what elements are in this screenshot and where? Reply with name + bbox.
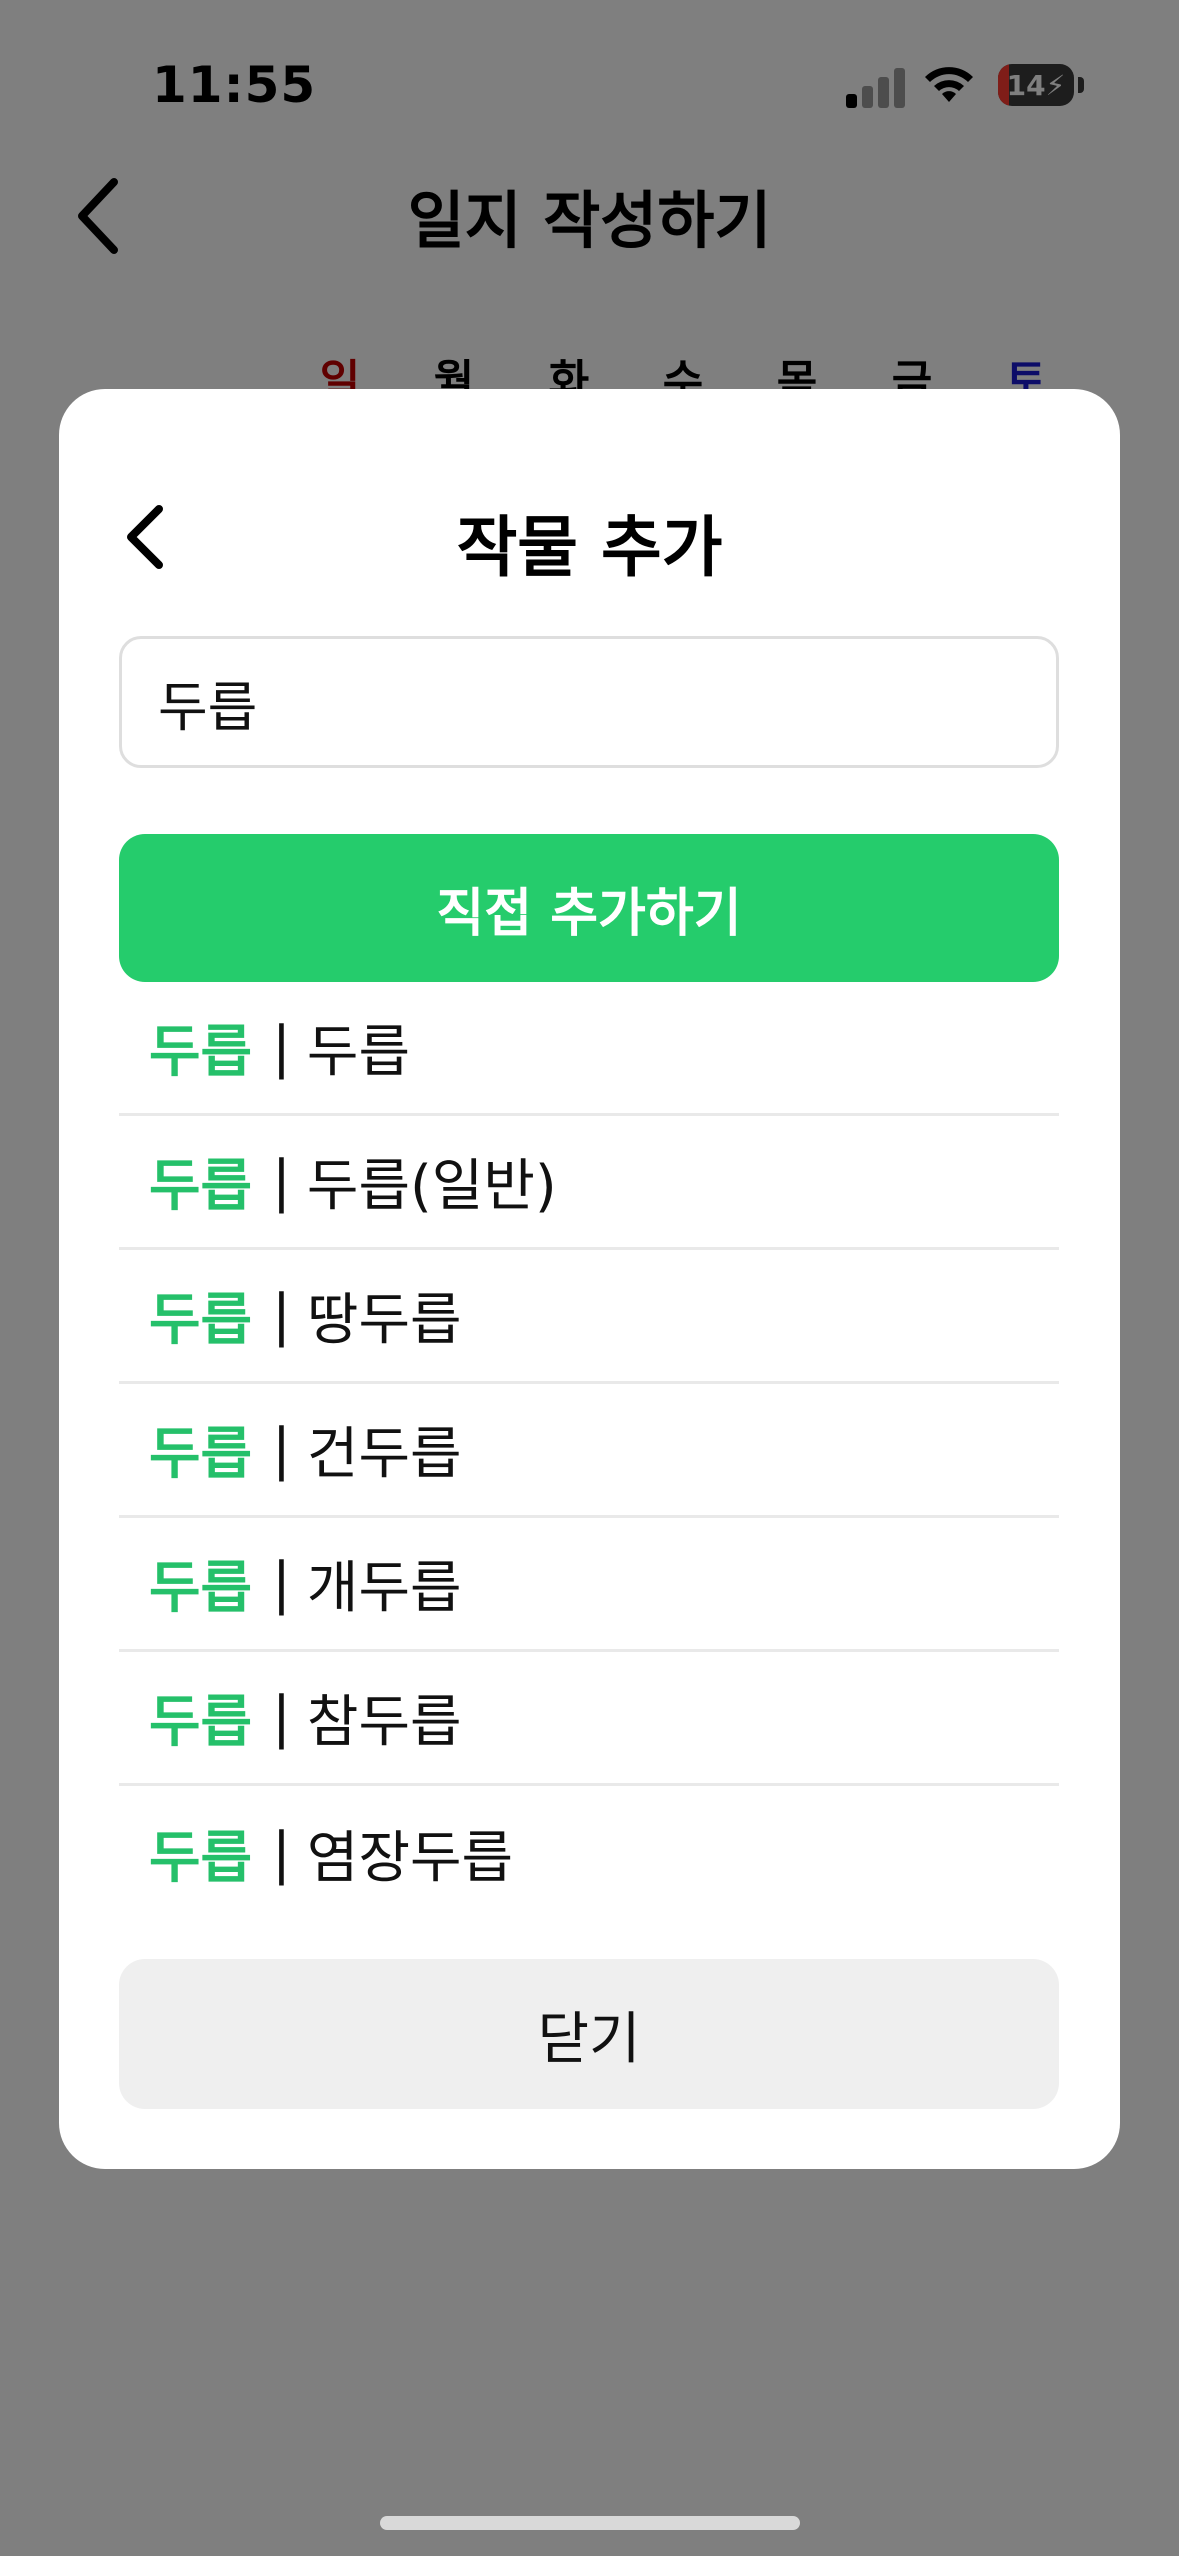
result-name: 염장두릅 xyxy=(306,1825,514,1891)
list-item[interactable]: 두릅 | 참두릅 xyxy=(119,1652,1059,1786)
list-item[interactable]: 두릅 | 두릅(일반) xyxy=(119,1116,1059,1250)
result-name: 참두릅 xyxy=(306,1690,462,1755)
result-category: 두릅 xyxy=(149,1422,253,1487)
result-separator: | xyxy=(272,1820,291,1886)
close-button[interactable]: 닫기 xyxy=(119,1959,1059,2109)
list-item[interactable]: 두릅 | 염장두릅 xyxy=(119,1786,1059,1920)
crop-search-input[interactable] xyxy=(158,639,1018,765)
result-name: 땅두릅 xyxy=(306,1288,462,1353)
result-name: 건두릅 xyxy=(306,1422,462,1487)
result-category: 두릅 xyxy=(149,1556,253,1621)
list-item[interactable]: 두릅 | 건두릅 xyxy=(119,1384,1059,1518)
result-separator: | xyxy=(272,1685,291,1750)
result-category: 두릅 xyxy=(149,1288,253,1353)
list-item[interactable]: 두릅 | 개두릅 xyxy=(119,1518,1059,1652)
result-separator: | xyxy=(272,1015,291,1080)
result-name: 두릅(일반) xyxy=(306,1154,557,1219)
result-category: 두릅 xyxy=(149,1154,253,1219)
add-directly-button[interactable]: 직접 추가하기 xyxy=(119,834,1059,982)
add-crop-modal: 작물 추가 직접 추가하기 두릅|두릅 두릅|두릅(일반) 두릅|땅두릅 두릅|… xyxy=(59,389,1120,2169)
result-separator: | xyxy=(272,1283,291,1348)
crop-result-list: 두릅 | 두릅 두릅 | 두릅(일반) 두릅 | 땅두릅 두릅 | 건두릅 두릅 | 개두릅 두릅 |… xyxy=(119,982,1059,2336)
home-indicator[interactable] xyxy=(380,2516,800,2530)
result-category: 두릅 xyxy=(149,1825,253,1891)
list-item[interactable]: 두릅 | 땅두릅 xyxy=(119,1250,1059,1384)
modal-title: 작물 추가 xyxy=(456,509,723,586)
result-separator: | xyxy=(272,1551,291,1616)
result-name: 개두릅 xyxy=(306,1556,462,1621)
result-separator: | xyxy=(272,1417,291,1482)
result-category: 두릅 xyxy=(149,1020,253,1085)
list-item[interactable]: 두릅 | 두릅 xyxy=(119,982,1059,1116)
result-name: 두릅 xyxy=(306,1020,410,1085)
result-category: 두릅 xyxy=(149,1690,253,1755)
crop-search-box[interactable] xyxy=(119,636,1059,768)
result-separator: | xyxy=(272,1149,291,1214)
